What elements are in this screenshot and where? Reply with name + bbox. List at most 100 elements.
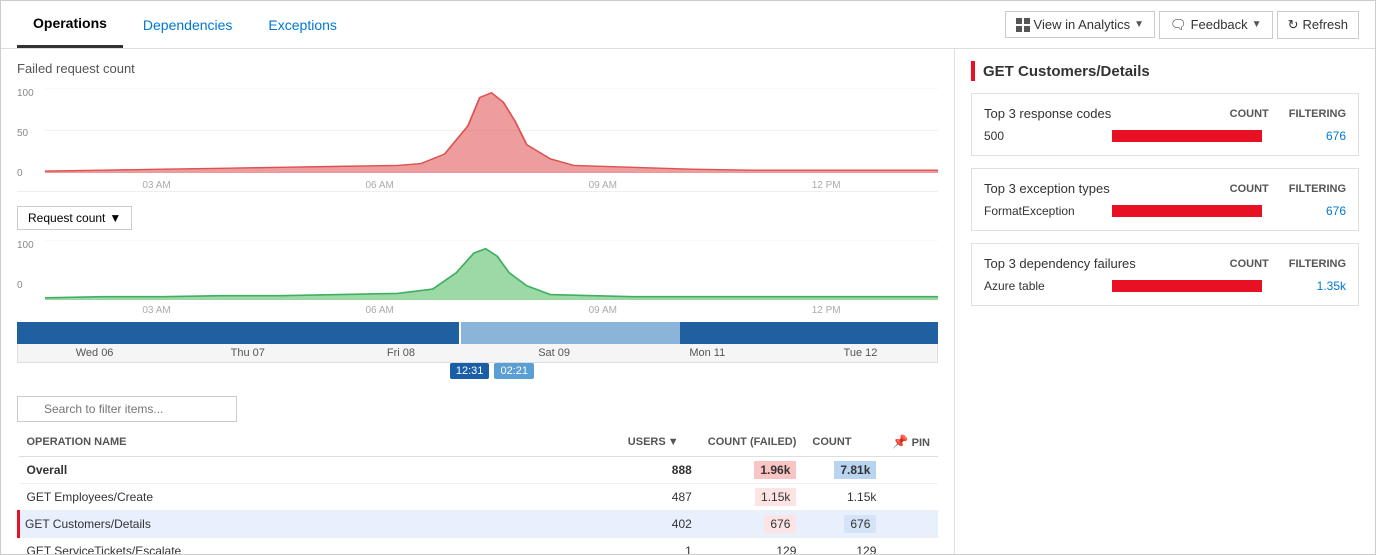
right-panel: GET Customers/Details Top 3 response cod…	[955, 49, 1375, 554]
card-col-headers: COUNT FILTERING	[1230, 108, 1346, 120]
table-body: Overall 888 1.96k 7.81k GET Employees/Cr…	[19, 457, 939, 555]
y-50: 50	[17, 128, 28, 139]
request-count-chart: 100 0 03 AM 06 AM 09 AM 12 PM	[17, 236, 938, 316]
op-name-cell: GET Customers/Details	[19, 511, 620, 538]
search-wrapper: 🔍	[17, 396, 237, 422]
x-axis-labels: 03 AM06 AM09 AM12 PM	[45, 180, 938, 191]
table-row[interactable]: GET Customers/Details 402 676 676	[19, 511, 939, 538]
failed-chart-area	[45, 88, 938, 173]
request-chart-area	[45, 240, 938, 300]
metric-label: FormatException	[984, 204, 1104, 218]
failed-request-chart: 100 50 0 03 AM06 AM09 AM12 PM	[17, 82, 938, 192]
date-row: Wed 06 Thu 07 Fri 08 Sat 09 Mon 11 Tue 1…	[17, 344, 938, 363]
date-fri: Fri 08	[324, 344, 477, 362]
card-title: Top 3 response codes	[984, 106, 1111, 121]
date-wed: Wed 06	[18, 344, 171, 362]
col-count: COUNT	[804, 428, 884, 457]
users-cell: 487	[620, 484, 700, 511]
analytics-chevron-icon: ▼	[1134, 19, 1144, 30]
count-cell: 1.15k	[804, 484, 884, 511]
tab-dependencies[interactable]: Dependencies	[127, 1, 249, 48]
count-header: COUNT	[1230, 183, 1269, 195]
table-row[interactable]: Overall 888 1.96k 7.81k	[19, 457, 939, 484]
time-label-2: 02:21	[494, 363, 534, 379]
search-container: 🔍	[17, 396, 938, 422]
request-chart-svg	[45, 240, 938, 300]
main-content: Failed request count 100 50 0	[1, 49, 1375, 554]
date-thu: Thu 07	[171, 344, 324, 362]
metric-bar-container	[1112, 130, 1288, 142]
feedback-button[interactable]: 🗨 Feedback ▼	[1159, 11, 1273, 39]
card-col-headers: COUNT FILTERING	[1230, 258, 1346, 270]
tab-operations[interactable]: Operations	[17, 1, 123, 48]
card-header: Top 3 response codes COUNT FILTERING	[984, 106, 1346, 121]
date-mon: Mon 11	[631, 344, 784, 362]
count-cell: 676	[804, 511, 884, 538]
refresh-button[interactable]: ↻ Refresh	[1277, 11, 1359, 39]
table-header-row: OPERATION NAME USERS ▼ COUNT (FAILED) CO…	[19, 428, 939, 457]
pin-cell	[884, 484, 938, 511]
metric-bar	[1112, 280, 1262, 292]
card-title: Top 3 dependency failures	[984, 256, 1136, 271]
users-cell: 888	[620, 457, 700, 484]
filtering-header: FILTERING	[1289, 258, 1346, 270]
header: Operations Dependencies Exceptions View …	[1, 1, 1375, 49]
dropdown-label: Request count	[28, 211, 105, 225]
y2-0: 0	[17, 280, 23, 291]
failed-chart-svg	[45, 88, 938, 173]
card-header: Top 3 exception types COUNT FILTERING	[984, 181, 1346, 196]
op-name-cell: Overall	[19, 457, 620, 484]
y-0: 0	[17, 168, 23, 179]
table-row[interactable]: GET ServiceTickets/Escalate 1 129 129	[19, 538, 939, 555]
failed-cell: 676	[700, 511, 805, 538]
tab-exceptions[interactable]: Exceptions	[252, 1, 352, 48]
count-cell: 129	[804, 538, 884, 555]
timeline-cursor	[459, 322, 461, 344]
right-section-title: GET Customers/Details	[971, 61, 1359, 81]
count-header: COUNT	[1230, 258, 1269, 270]
count-cell: 7.81k	[804, 457, 884, 484]
operations-table: OPERATION NAME USERS ▼ COUNT (FAILED) CO…	[17, 428, 938, 554]
col-operation-name: OPERATION NAME	[19, 428, 620, 457]
metric-label: Azure table	[984, 279, 1104, 293]
refresh-icon: ↻	[1288, 17, 1299, 33]
date-tue: Tue 12	[784, 344, 937, 362]
table-row[interactable]: GET Employees/Create 487 1.15k 1.15k	[19, 484, 939, 511]
card-title: Top 3 exception types	[984, 181, 1110, 196]
time-labels-row: 12:31 02:21 ↻	[17, 363, 938, 386]
timeline-selection	[459, 322, 680, 344]
sort-icon: ▼	[668, 436, 679, 448]
exception-types-card: Top 3 exception types COUNT FILTERING Fo…	[971, 168, 1359, 231]
x-axis-labels-2: 03 AM 06 AM 09 AM 12 PM	[45, 305, 938, 316]
failed-request-title: Failed request count	[17, 61, 938, 76]
metric-label: 500	[984, 129, 1104, 143]
card-col-headers: COUNT FILTERING	[1230, 183, 1346, 195]
metric-row: Azure table 1.35k	[984, 279, 1346, 293]
feedback-label: Feedback	[1191, 17, 1248, 32]
left-panel: Failed request count 100 50 0	[1, 49, 955, 554]
analytics-button[interactable]: View in Analytics ▼	[1005, 11, 1156, 38]
dropdown-chevron-icon: ▼	[109, 211, 121, 225]
col-pin: 📌 PIN	[884, 428, 938, 457]
failed-cell: 1.96k	[700, 457, 805, 484]
metric-row: 500 676	[984, 129, 1346, 143]
search-input[interactable]	[17, 396, 237, 422]
metric-bar	[1112, 130, 1262, 142]
analytics-grid-icon	[1016, 18, 1030, 32]
metric-count: 676	[1296, 204, 1346, 218]
red-indicator	[971, 61, 975, 81]
metric-bar-container	[1112, 205, 1288, 217]
dependency-failures-card: Top 3 dependency failures COUNT FILTERIN…	[971, 243, 1359, 306]
pin-cell	[884, 511, 938, 538]
y2-100: 100	[17, 240, 34, 251]
response-codes-card: Top 3 response codes COUNT FILTERING 500…	[971, 93, 1359, 156]
right-title-text: GET Customers/Details	[983, 63, 1150, 80]
metric-bar-container	[1112, 280, 1288, 292]
pin-cell	[884, 457, 938, 484]
col-users: USERS ▼	[620, 428, 700, 457]
date-sat: Sat 09	[478, 344, 631, 362]
request-count-dropdown[interactable]: Request count ▼	[17, 206, 132, 230]
metric-bar	[1112, 205, 1262, 217]
timeline-bar[interactable]	[17, 322, 938, 344]
failed-cell: 1.15k	[700, 484, 805, 511]
